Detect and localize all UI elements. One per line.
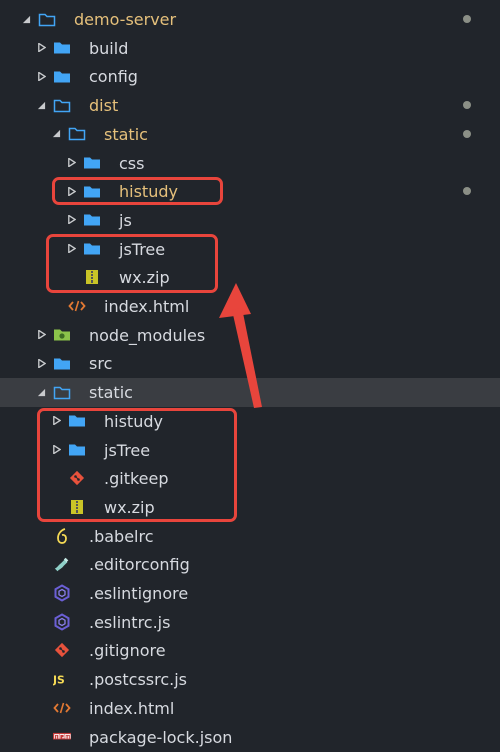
tree-item-index-html[interactable]: index.html [0, 694, 500, 723]
tree-item-label: wx.zip [119, 268, 170, 288]
html-icon [68, 298, 86, 314]
tree-item-label: jsTree [104, 440, 151, 460]
js-icon: JS [53, 671, 71, 687]
folder-icon [83, 212, 101, 228]
collapsed-arrow-icon[interactable] [50, 444, 62, 456]
zip-icon [68, 499, 86, 515]
folder-open-icon [53, 97, 71, 113]
tree-item-label: css [119, 153, 145, 173]
tree-item-label: .eslintrc.js [89, 612, 171, 632]
tree-item-static[interactable]: static [0, 378, 500, 408]
scrollbar-thumb[interactable] [490, 385, 500, 400]
tree-item-label: config [89, 67, 138, 87]
tree-item-gitignore[interactable]: .gitignore [0, 636, 500, 665]
tree-item-editorconfig[interactable]: .editorconfig [0, 550, 500, 579]
tree-item-label: static [104, 124, 148, 144]
tree-item-label: jsTree [119, 239, 166, 259]
tree-item-label: .editorconfig [89, 555, 190, 575]
tree-item-index-html[interactable]: index.html [0, 292, 500, 321]
node-icon [53, 327, 71, 343]
expanded-arrow-icon[interactable] [35, 99, 47, 111]
tree-item-label: .gitkeep [104, 469, 169, 489]
tree-item-histudy[interactable]: histudy [0, 177, 500, 206]
collapsed-arrow-icon[interactable] [65, 243, 77, 255]
tree-item-eslintrc-js[interactable]: .eslintrc.js [0, 608, 500, 637]
tree-item-package-lock-json[interactable]: package-lock.json [0, 723, 500, 752]
tree-item-label: static [89, 383, 133, 403]
tree-item-wx-zip[interactable]: wx.zip [0, 493, 500, 522]
tree-item-label: wx.zip [104, 497, 155, 517]
tree-item-label: .eslintignore [89, 584, 189, 603]
tree-item-build[interactable]: build [0, 34, 500, 63]
eslint-icon [53, 584, 71, 602]
git-icon [68, 470, 86, 486]
tree-item-wx-zip[interactable]: wx.zip [0, 263, 500, 292]
tree-item-label: demo-server [74, 10, 177, 29]
collapsed-arrow-icon[interactable] [65, 157, 77, 169]
tree-item-label: index.html [104, 297, 190, 316]
tree-item-config[interactable]: config [0, 62, 500, 91]
tree-item-label: dist [89, 96, 119, 116]
zip-icon [83, 269, 101, 285]
modified-dot-icon [463, 187, 471, 196]
babel-icon [53, 527, 71, 544]
folder-icon [68, 413, 86, 429]
expanded-arrow-icon[interactable] [20, 13, 32, 25]
tree-item-babelrc[interactable]: .babelrc [0, 522, 500, 551]
tree-item-src[interactable]: src [0, 349, 500, 378]
tree-item-eslintignore[interactable]: .eslintignore [0, 579, 500, 608]
tree-item-label: histudy [104, 411, 163, 431]
git-icon [53, 642, 71, 658]
npm-icon [53, 729, 71, 745]
tree-item-label: src [89, 354, 113, 374]
file-explorer-tree: demo-server build config dist static css histu… [0, 0, 500, 751]
expanded-arrow-icon[interactable] [35, 386, 47, 398]
folder-open-icon [38, 11, 56, 27]
tree-item-node-modules[interactable]: node_modules [0, 321, 500, 350]
tree-item-histudy[interactable]: histudy [0, 407, 500, 436]
html-icon [53, 700, 71, 716]
tree-item-static[interactable]: static [0, 120, 500, 149]
folder-open-icon [53, 384, 71, 400]
folder-icon [53, 40, 71, 56]
tree-item-label: .gitignore [89, 641, 166, 661]
folder-icon [53, 355, 71, 371]
collapsed-arrow-icon[interactable] [35, 70, 47, 82]
collapsed-arrow-icon[interactable] [35, 329, 47, 341]
eslint-icon [53, 613, 71, 631]
collapsed-arrow-icon[interactable] [65, 185, 77, 197]
folder-icon [53, 68, 71, 84]
tree-item-postcssrc-js[interactable]: JS .postcssrc.js [0, 665, 500, 694]
tree-item-label: .postcssrc.js [89, 670, 187, 690]
tree-item-label: histudy [119, 182, 178, 202]
tree-item-label: package-lock.json [89, 727, 233, 747]
tree-item-label: js [119, 210, 132, 230]
tree-item-jstree[interactable]: jsTree [0, 436, 500, 465]
expanded-arrow-icon[interactable] [50, 128, 62, 140]
tree-item-gitkeep[interactable]: .gitkeep [0, 464, 500, 493]
collapsed-arrow-icon[interactable] [65, 214, 77, 226]
folder-open-icon [68, 126, 86, 142]
folder-icon [68, 442, 86, 458]
tree-item-dist[interactable]: dist [0, 91, 500, 120]
tree-item-label: build [89, 38, 129, 58]
folder-icon [83, 183, 101, 199]
folder-icon [83, 241, 101, 257]
tree-item-js[interactable]: js [0, 206, 500, 235]
editorconfig-icon [53, 556, 71, 572]
tree-item-label: index.html [89, 698, 175, 718]
tree-item-css[interactable]: css [0, 149, 500, 178]
tree-item-label: .babelrc [89, 526, 154, 546]
collapsed-arrow-icon[interactable] [35, 357, 47, 369]
collapsed-arrow-icon[interactable] [50, 415, 62, 427]
collapsed-arrow-icon[interactable] [35, 42, 47, 54]
modified-dot-icon [463, 129, 471, 138]
svg-text:JS: JS [53, 674, 65, 687]
modified-dot-icon [463, 15, 471, 23]
tree-item-jstree[interactable]: jsTree [0, 235, 500, 264]
tree-item-label: node_modules [89, 325, 206, 345]
tree-item-demo-server[interactable]: demo-server [0, 5, 500, 34]
modified-dot-icon [463, 101, 471, 110]
folder-icon [83, 155, 101, 171]
